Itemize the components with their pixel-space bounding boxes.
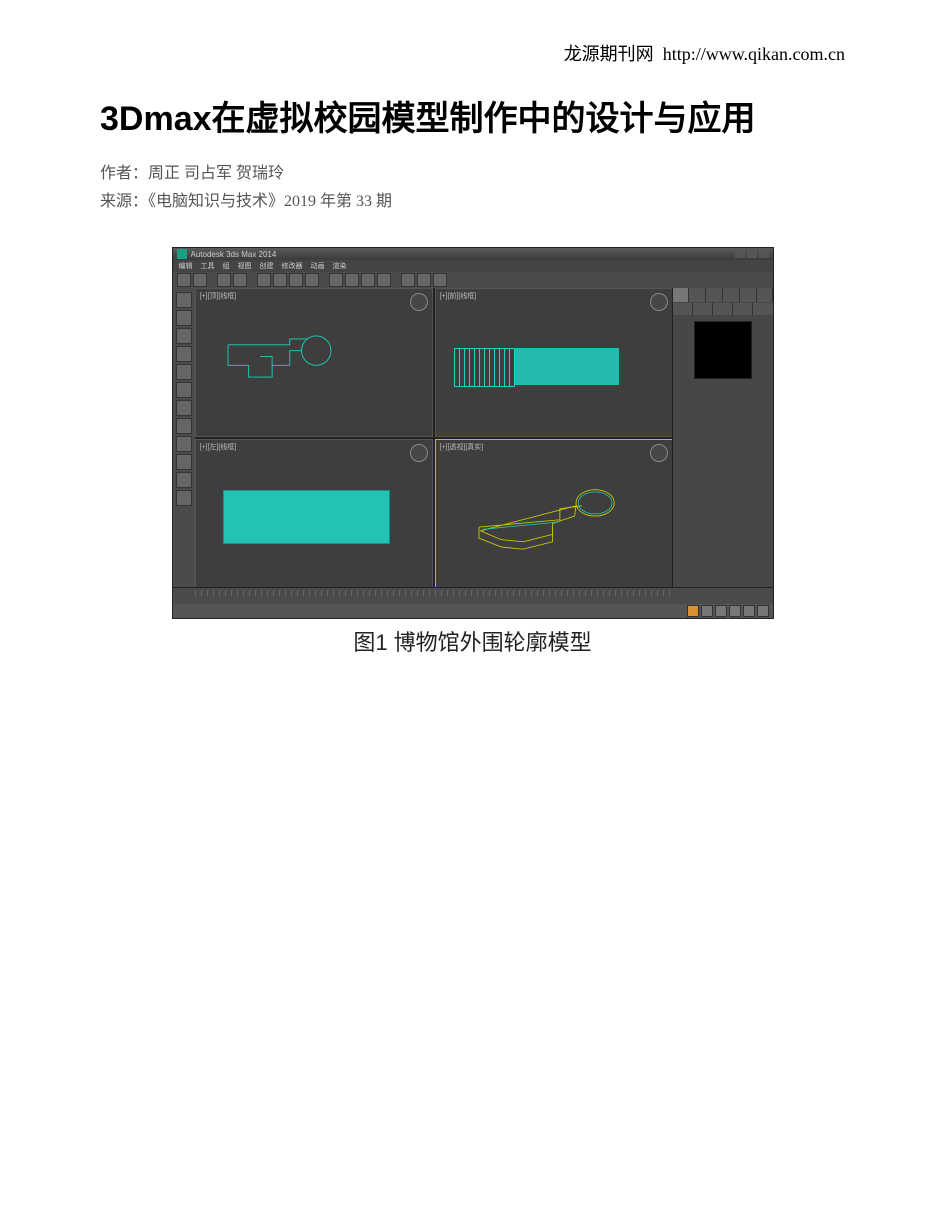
viewport-label: [+][前][线框] bbox=[440, 291, 477, 301]
geometry-icon[interactable] bbox=[673, 303, 692, 315]
menu-bar[interactable]: 编辑 工具 组 视图 创建 修改器 动画 渲染 bbox=[173, 260, 773, 272]
modify-tab-icon[interactable] bbox=[689, 288, 705, 302]
viewcube-icon[interactable] bbox=[650, 444, 668, 462]
author-names: 周正 司占军 贺瑞玲 bbox=[148, 165, 284, 182]
model-front-mesh bbox=[454, 348, 643, 385]
menu-item[interactable]: 视图 bbox=[238, 261, 252, 271]
tool-icon[interactable] bbox=[176, 400, 192, 416]
viewport-perspective[interactable]: [+][透视][真实] bbox=[435, 439, 673, 588]
motion-tab-icon[interactable] bbox=[723, 288, 739, 302]
tool-icon[interactable] bbox=[176, 292, 192, 308]
menu-item[interactable]: 工具 bbox=[201, 261, 215, 271]
display-tab-icon[interactable] bbox=[740, 288, 756, 302]
tool-icon[interactable] bbox=[176, 472, 192, 488]
helpers-icon[interactable] bbox=[753, 303, 772, 315]
shapes-icon[interactable] bbox=[693, 303, 712, 315]
author-line: 作者：周正 司占军 贺瑞玲 bbox=[100, 159, 845, 183]
hierarchy-tab-icon[interactable] bbox=[706, 288, 722, 302]
maximize-icon[interactable] bbox=[747, 250, 757, 258]
figure-caption: 图1 博物馆外围轮廓模型 bbox=[100, 625, 845, 657]
object-color-swatch[interactable] bbox=[694, 321, 752, 379]
tool-icon[interactable] bbox=[176, 490, 192, 506]
align-icon[interactable] bbox=[377, 273, 391, 287]
viewport-label: [+][左][线框] bbox=[200, 442, 237, 452]
create-subtabs[interactable] bbox=[673, 303, 773, 315]
viewport-top[interactable]: [+][顶][线框] bbox=[195, 288, 433, 437]
model-perspective bbox=[464, 472, 641, 560]
move-icon[interactable] bbox=[273, 273, 287, 287]
play-icon[interactable] bbox=[701, 605, 713, 617]
article-title: 3Dmax在虚拟校园模型制作中的设计与应用 bbox=[100, 94, 845, 145]
tool-icon[interactable] bbox=[176, 418, 192, 434]
material-editor-icon[interactable] bbox=[401, 273, 415, 287]
status-bar bbox=[173, 604, 773, 618]
embedded-screenshot-3dsmax: Autodesk 3ds Max 2014 编辑 工具 组 视图 创建 修改器 … bbox=[172, 247, 774, 619]
menu-item[interactable]: 组 bbox=[223, 261, 230, 271]
tool-icon[interactable] bbox=[176, 328, 192, 344]
viewcube-icon[interactable] bbox=[410, 293, 428, 311]
model-top-outline bbox=[219, 333, 349, 392]
timeline-ruler[interactable] bbox=[195, 590, 673, 596]
document-page: 龙源期刊网 http://www.qikan.com.cn 3Dmax在虚拟校园… bbox=[0, 0, 945, 1223]
angle-snap-icon[interactable] bbox=[345, 273, 359, 287]
viewport-front[interactable]: [+][前][线框] bbox=[435, 288, 673, 437]
left-toolbar[interactable] bbox=[173, 288, 195, 588]
auto-key-button[interactable] bbox=[687, 605, 699, 617]
menu-item[interactable]: 动画 bbox=[311, 261, 325, 271]
app-logo-icon bbox=[177, 249, 187, 259]
viewport-label: [+][透视][真实] bbox=[440, 442, 484, 452]
model-left-mesh bbox=[224, 491, 389, 542]
lights-icon[interactable] bbox=[713, 303, 732, 315]
menu-item[interactable]: 渲染 bbox=[333, 261, 347, 271]
tool-icon[interactable] bbox=[176, 436, 192, 452]
command-panel[interactable] bbox=[672, 288, 773, 604]
source-label: 来源： bbox=[100, 193, 148, 210]
time-slider-bar[interactable] bbox=[173, 587, 773, 604]
command-panel-tabs[interactable] bbox=[673, 288, 773, 302]
menu-item[interactable]: 创建 bbox=[260, 261, 274, 271]
source-line: 来源：《电脑知识与技术》2019 年第 33 期 bbox=[100, 187, 845, 211]
source-text: 《电脑知识与技术》2019 年第 33 期 bbox=[148, 193, 392, 210]
viewport-left[interactable]: [+][左][线框] bbox=[195, 439, 433, 588]
site-name: 龙源期刊网 bbox=[564, 44, 654, 64]
menu-item[interactable]: 修改器 bbox=[282, 261, 303, 271]
site-url[interactable]: http://www.qikan.com.cn bbox=[663, 44, 845, 64]
nav-icon[interactable] bbox=[715, 605, 727, 617]
minimize-icon[interactable] bbox=[735, 250, 745, 258]
viewcube-icon[interactable] bbox=[410, 444, 428, 462]
main-toolbar[interactable] bbox=[173, 272, 773, 288]
unlink-icon[interactable] bbox=[233, 273, 247, 287]
cameras-icon[interactable] bbox=[733, 303, 752, 315]
tool-icon[interactable] bbox=[176, 310, 192, 326]
tool-icon[interactable] bbox=[176, 454, 192, 470]
create-tab-icon[interactable] bbox=[673, 288, 689, 302]
tool-icon[interactable] bbox=[176, 382, 192, 398]
close-icon[interactable] bbox=[759, 250, 769, 258]
tool-icon[interactable] bbox=[176, 346, 192, 362]
figure-1: Autodesk 3ds Max 2014 编辑 工具 组 视图 创建 修改器 … bbox=[100, 247, 845, 657]
menu-item[interactable]: 编辑 bbox=[179, 261, 193, 271]
viewcube-icon[interactable] bbox=[650, 293, 668, 311]
viewport-label: [+][顶][线框] bbox=[200, 291, 237, 301]
app-title: Autodesk 3ds Max 2014 bbox=[191, 250, 277, 259]
undo-icon[interactable] bbox=[177, 273, 191, 287]
render-setup-icon[interactable] bbox=[417, 273, 431, 287]
tool-icon[interactable] bbox=[176, 364, 192, 380]
scale-icon[interactable] bbox=[305, 273, 319, 287]
viewport-grid: [+][顶][线框] bbox=[195, 288, 673, 588]
select-icon[interactable] bbox=[257, 273, 271, 287]
link-icon[interactable] bbox=[217, 273, 231, 287]
author-label: 作者： bbox=[100, 165, 148, 182]
app-titlebar: Autodesk 3ds Max 2014 bbox=[173, 248, 773, 260]
utilities-tab-icon[interactable] bbox=[757, 288, 773, 302]
nav-icon[interactable] bbox=[743, 605, 755, 617]
nav-icon[interactable] bbox=[729, 605, 741, 617]
render-icon[interactable] bbox=[433, 273, 447, 287]
redo-icon[interactable] bbox=[193, 273, 207, 287]
nav-icon[interactable] bbox=[757, 605, 769, 617]
mirror-icon[interactable] bbox=[361, 273, 375, 287]
site-header: 龙源期刊网 http://www.qikan.com.cn bbox=[100, 40, 845, 66]
rotate-icon[interactable] bbox=[289, 273, 303, 287]
snap-icon[interactable] bbox=[329, 273, 343, 287]
